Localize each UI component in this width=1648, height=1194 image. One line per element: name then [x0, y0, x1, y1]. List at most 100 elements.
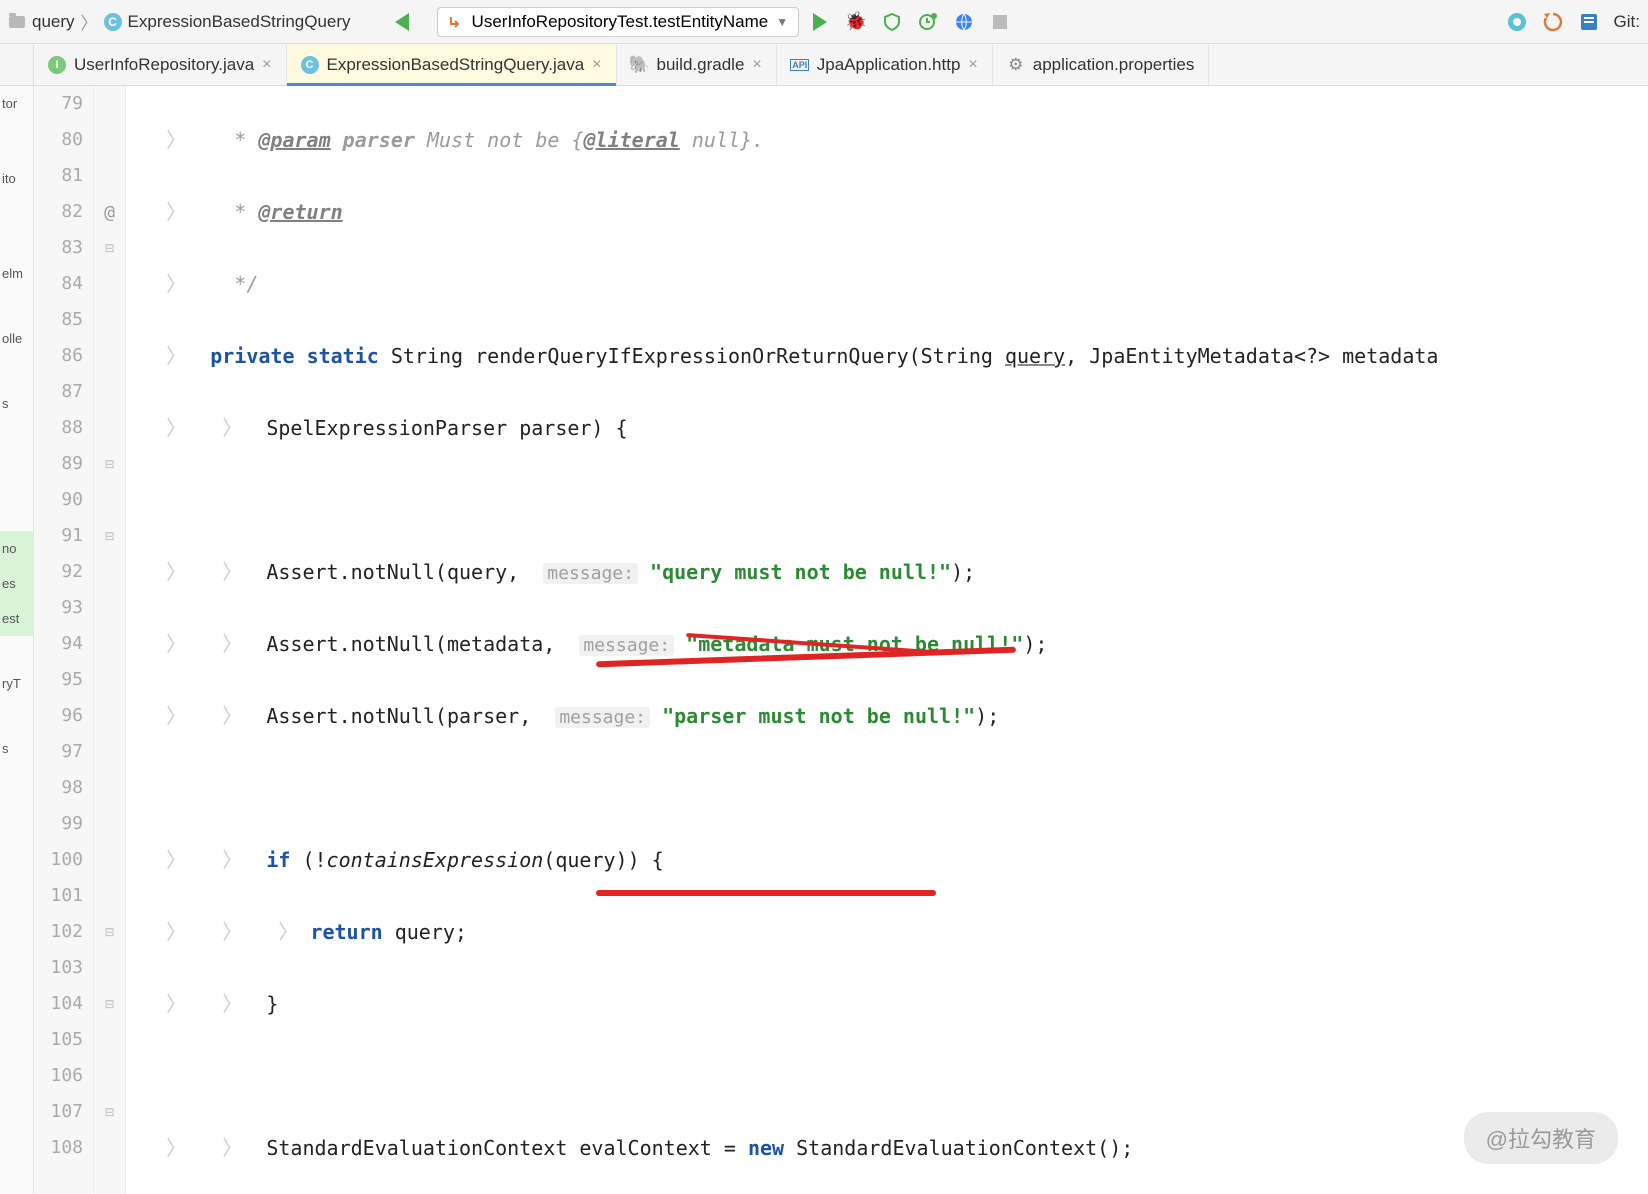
- line-number[interactable]: 92: [34, 554, 83, 590]
- tool-icon-3[interactable]: [1574, 7, 1604, 37]
- gutter-marker[interactable]: ⊟: [94, 914, 125, 950]
- breadcrumb-folder[interactable]: query: [32, 12, 75, 32]
- gutter-marker[interactable]: [94, 806, 125, 842]
- back-run-icon[interactable]: [387, 7, 417, 37]
- gutter-marker[interactable]: ⊟: [94, 518, 125, 554]
- close-icon[interactable]: ×: [592, 56, 601, 74]
- line-number[interactable]: 102: [34, 914, 83, 950]
- gutter-marker[interactable]: [94, 590, 125, 626]
- gutter-marker[interactable]: [94, 122, 125, 158]
- tab-application-properties[interactable]: ⚙ application.properties: [993, 44, 1210, 85]
- debug-button[interactable]: 🐞: [841, 7, 871, 37]
- line-number[interactable]: 90: [34, 482, 83, 518]
- strip-item[interactable]: s: [0, 386, 33, 421]
- strip-item[interactable]: es: [0, 566, 33, 601]
- gutter-marker[interactable]: [94, 734, 125, 770]
- tool-icon-2[interactable]: [1538, 7, 1568, 37]
- line-number[interactable]: 108: [34, 1130, 83, 1166]
- line-number[interactable]: 86: [34, 338, 83, 374]
- close-icon[interactable]: ×: [968, 56, 977, 74]
- gutter-marker[interactable]: [94, 878, 125, 914]
- gutter-marker[interactable]: [94, 626, 125, 662]
- close-icon[interactable]: ×: [752, 56, 761, 74]
- gutter-marker[interactable]: [94, 950, 125, 986]
- gutter-marker[interactable]: [94, 770, 125, 806]
- gutter-marker[interactable]: [94, 158, 125, 194]
- gutter-marker[interactable]: [94, 482, 125, 518]
- gutter-marker[interactable]: [94, 86, 125, 122]
- line-number[interactable]: 101: [34, 878, 83, 914]
- line-number[interactable]: 107: [34, 1094, 83, 1130]
- line-number[interactable]: 91: [34, 518, 83, 554]
- gutter-marker[interactable]: ⊟: [94, 446, 125, 482]
- gutter-marker[interactable]: [94, 698, 125, 734]
- line-number-gutter[interactable]: 7980818283848586878889909192939495969798…: [34, 86, 94, 1194]
- tab-label: ExpressionBasedStringQuery.java: [327, 55, 585, 75]
- line-number[interactable]: 99: [34, 806, 83, 842]
- tool-icon-1[interactable]: [1502, 7, 1532, 37]
- close-icon[interactable]: ×: [262, 56, 271, 74]
- gutter-marker[interactable]: [94, 374, 125, 410]
- line-number[interactable]: 100: [34, 842, 83, 878]
- line-number[interactable]: 105: [34, 1022, 83, 1058]
- gutter-marker[interactable]: ⊟: [94, 1094, 125, 1130]
- strip-item[interactable]: no: [0, 531, 33, 566]
- line-number[interactable]: 88: [34, 410, 83, 446]
- tab-userinfo-repository[interactable]: I UserInfoRepository.java ×: [34, 44, 287, 85]
- strip-item[interactable]: ito: [0, 161, 33, 196]
- gutter-marker[interactable]: @: [94, 194, 125, 230]
- coverage-button[interactable]: [877, 7, 907, 37]
- stop-button[interactable]: [985, 7, 1015, 37]
- gutter-marker[interactable]: ⊟: [94, 230, 125, 266]
- gutter-marker[interactable]: [94, 266, 125, 302]
- line-number[interactable]: 79: [34, 86, 83, 122]
- line-number[interactable]: 103: [34, 950, 83, 986]
- attach-button[interactable]: [949, 7, 979, 37]
- strip-item[interactable]: tor: [0, 86, 33, 121]
- line-number[interactable]: 97: [34, 734, 83, 770]
- gutter-marker[interactable]: [94, 554, 125, 590]
- profile-button[interactable]: [913, 7, 943, 37]
- line-number[interactable]: 85: [34, 302, 83, 338]
- gutter-marker[interactable]: [94, 1022, 125, 1058]
- line-number[interactable]: 82: [34, 194, 83, 230]
- line-number[interactable]: 96: [34, 698, 83, 734]
- line-number[interactable]: 81: [34, 158, 83, 194]
- strip-item[interactable]: s: [0, 731, 33, 766]
- line-number[interactable]: 84: [34, 266, 83, 302]
- strip-item[interactable]: elm: [0, 256, 33, 291]
- gutter-marker[interactable]: [94, 662, 125, 698]
- class-icon: C: [301, 56, 319, 74]
- gutter-marker[interactable]: [94, 338, 125, 374]
- run-config-selector[interactable]: UserInfoRepositoryTest.testEntityName ▼: [437, 7, 800, 37]
- gutter-marker[interactable]: [94, 842, 125, 878]
- tab-jpa-application-http[interactable]: API JpaApplication.http ×: [777, 44, 993, 85]
- line-number[interactable]: 95: [34, 662, 83, 698]
- line-number[interactable]: 80: [34, 122, 83, 158]
- line-number[interactable]: 87: [34, 374, 83, 410]
- line-number[interactable]: 106: [34, 1058, 83, 1094]
- breadcrumb[interactable]: query 〉 C ExpressionBasedStringQuery: [8, 9, 351, 34]
- line-number[interactable]: 93: [34, 590, 83, 626]
- line-number[interactable]: 98: [34, 770, 83, 806]
- code-editor[interactable]: 〉 * @param parser Must not be {@literal …: [126, 86, 1648, 1194]
- left-tool-strip[interactable]: tor ito elm olle s no es est ryT s: [0, 86, 34, 1194]
- line-number[interactable]: 104: [34, 986, 83, 1022]
- strip-item[interactable]: est: [0, 601, 33, 636]
- gutter-marker[interactable]: [94, 1130, 125, 1166]
- line-number[interactable]: 94: [34, 626, 83, 662]
- marker-gutter[interactable]: @⊟⊟⊟⊟⊟⊟: [94, 86, 126, 1194]
- git-label[interactable]: Git:: [1614, 12, 1640, 32]
- strip-item[interactable]: olle: [0, 321, 33, 356]
- line-number[interactable]: 89: [34, 446, 83, 482]
- line-number[interactable]: 83: [34, 230, 83, 266]
- strip-item[interactable]: ryT: [0, 666, 33, 701]
- gutter-marker[interactable]: [94, 410, 125, 446]
- gutter-marker[interactable]: [94, 302, 125, 338]
- tab-expression-based-string-query[interactable]: C ExpressionBasedStringQuery.java ×: [287, 44, 617, 85]
- gutter-marker[interactable]: ⊟: [94, 986, 125, 1022]
- gutter-marker[interactable]: [94, 1058, 125, 1094]
- tab-build-gradle[interactable]: 🐘 build.gradle ×: [617, 44, 777, 85]
- run-button[interactable]: [805, 7, 835, 37]
- breadcrumb-class[interactable]: ExpressionBasedStringQuery: [128, 12, 351, 32]
